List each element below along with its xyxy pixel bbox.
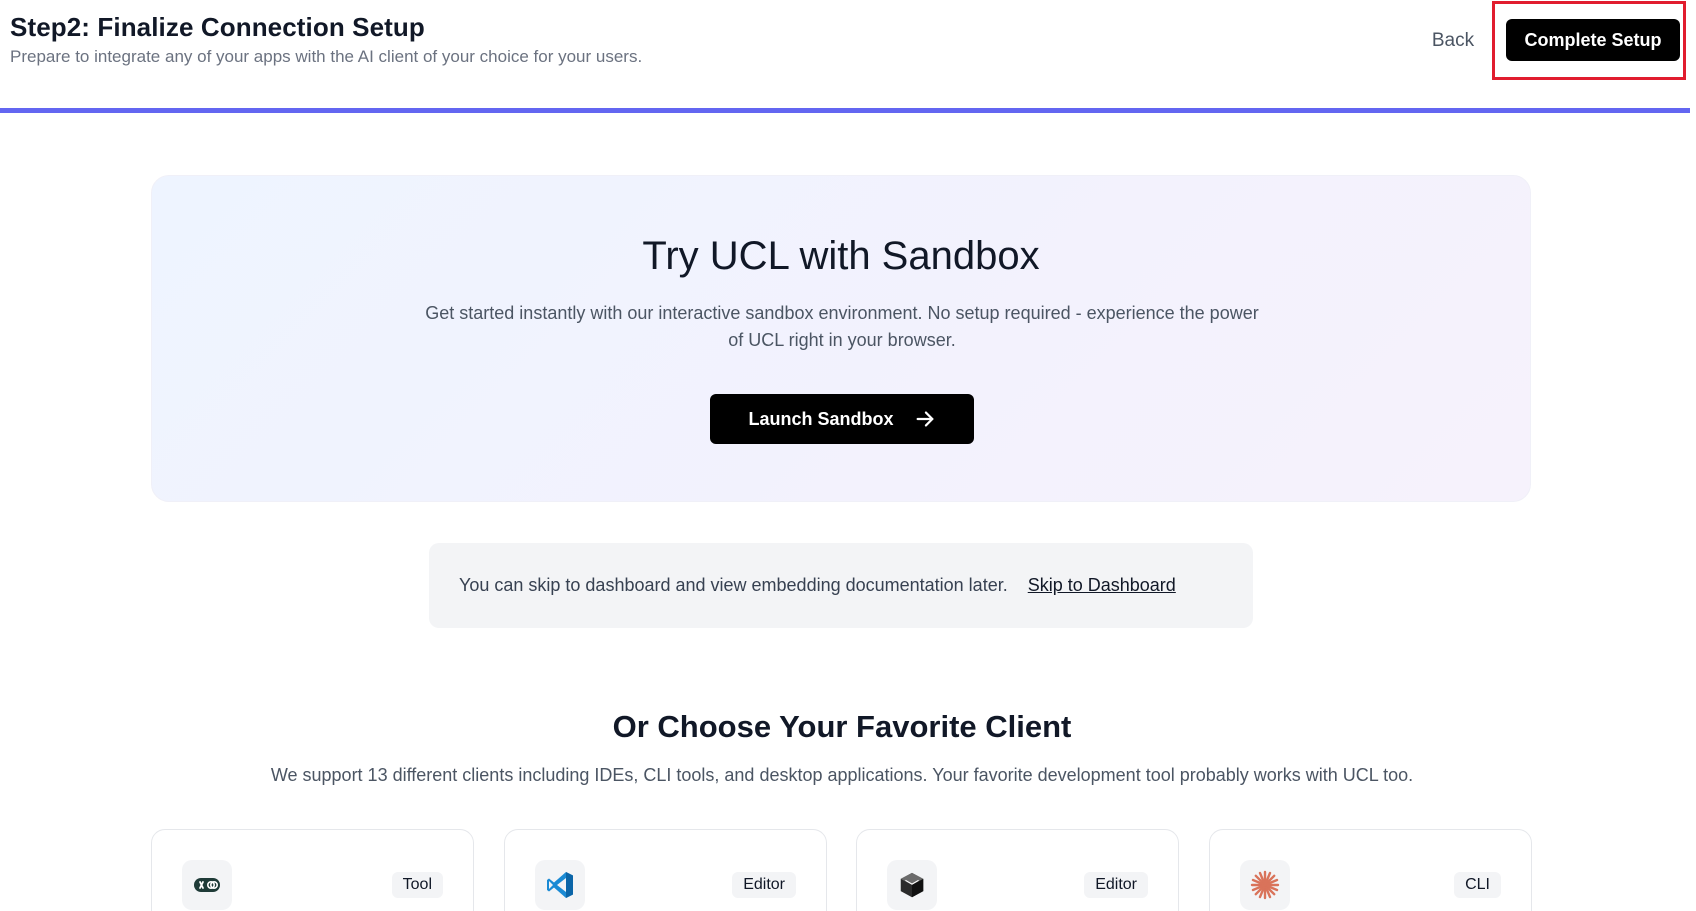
page-subtitle: Prepare to integrate any of your apps wi… [10,47,643,66]
page-header: Step2: Finalize Connection Setup Prepare… [0,0,1696,113]
page: Step2: Finalize Connection Setup Prepare… [0,0,1696,911]
client-card-editor-cube[interactable]: Editor [856,829,1179,911]
sandbox-title: Try UCL with Sandbox [642,234,1040,278]
client-card-cli[interactable]: CLI [1209,829,1532,911]
client-badge: Editor [732,872,796,898]
launch-sandbox-button[interactable]: Launch Sandbox [710,394,974,444]
client-badge: Tool [391,872,443,898]
arrow-right-icon [914,408,936,430]
skip-notice-text: You can skip to dashboard and view embed… [459,575,1008,595]
client-badge: CLI [1454,872,1501,898]
client-card-editor-vscode[interactable]: Editor [504,829,827,911]
starburst-icon [1240,860,1290,910]
sandbox-card: Try UCL with Sandbox Get started instant… [151,175,1531,502]
clients-description: We support 13 different clients includin… [270,765,1414,785]
progress-bar [0,108,1690,113]
skip-to-dashboard-link[interactable]: Skip to Dashboard [1028,575,1176,596]
client-badge: Editor [1084,872,1148,898]
launch-sandbox-label: Launch Sandbox [748,408,894,429]
back-button[interactable]: Back [1410,24,1496,58]
clients-title: Or Choose Your Favorite Client [612,709,1072,744]
sandbox-description: Get started instantly with our interacti… [425,303,1259,350]
toggle-link-icon [182,860,232,910]
cube-icon [887,860,937,910]
skip-notice: You can skip to dashboard and view embed… [429,543,1253,628]
client-card-tool[interactable]: Tool [151,829,474,911]
complete-setup-button[interactable]: Complete Setup [1506,19,1680,61]
page-title: Step2: Finalize Connection Setup [10,12,425,42]
vscode-icon [535,860,585,910]
